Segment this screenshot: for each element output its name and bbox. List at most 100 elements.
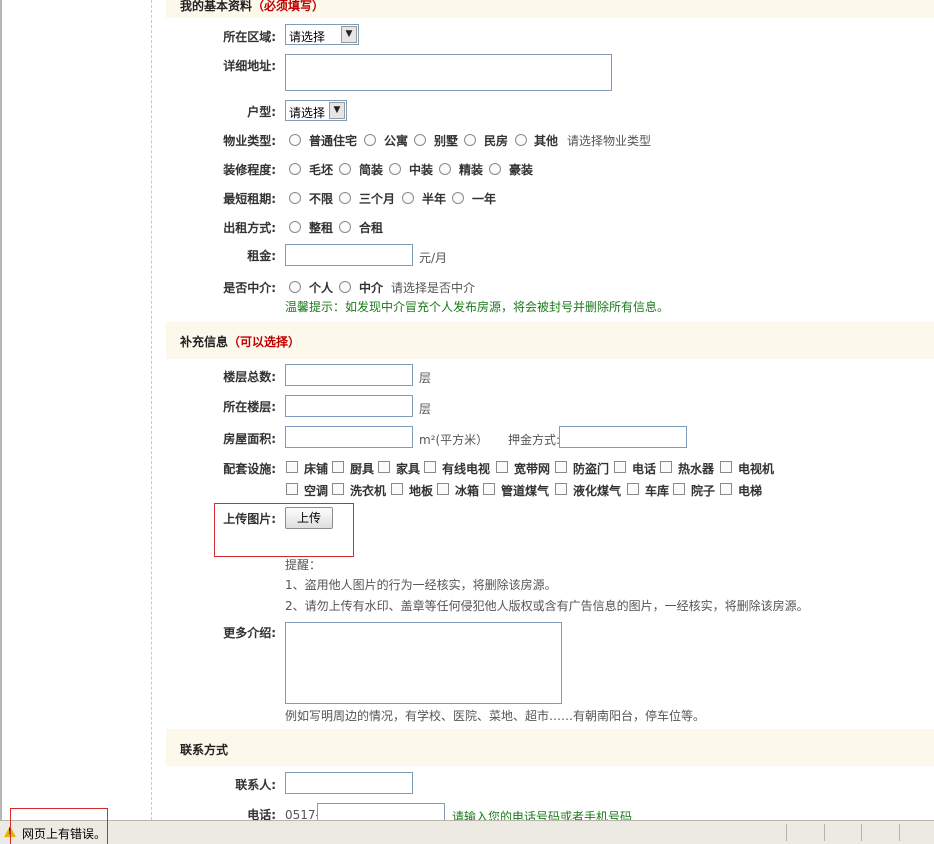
address-input[interactable] xyxy=(285,54,612,91)
decoration-radio-fine[interactable] xyxy=(439,163,451,175)
rent-type-radio-whole[interactable] xyxy=(289,221,301,233)
property-option-villa: 别墅 xyxy=(434,134,459,148)
floor-unit: 层 xyxy=(419,402,432,416)
total-floors-input[interactable] xyxy=(285,364,413,386)
facility-checkbox-pipe-gas[interactable] xyxy=(483,483,495,495)
property-radio-other[interactable] xyxy=(515,134,527,146)
required-note: （必须填写） xyxy=(252,0,325,13)
layout-select-value: 请选择 xyxy=(289,106,326,120)
facility-option-kitchenware: 厨具 xyxy=(350,462,375,476)
facility-checkbox-lpg[interactable] xyxy=(555,483,567,495)
lease-radio-one-year[interactable] xyxy=(452,192,464,204)
rent-label: 租金: xyxy=(247,249,276,263)
upload-button[interactable]: 上传 xyxy=(285,507,333,529)
region-label: 所在区域: xyxy=(223,30,276,44)
deposit-input[interactable] xyxy=(559,426,687,448)
area-input[interactable] xyxy=(285,426,413,448)
chevron-down-icon: ▼ xyxy=(329,102,345,119)
layout-select[interactable]: 请选择 ▼ xyxy=(285,100,347,121)
more-intro-textarea[interactable] xyxy=(285,622,562,704)
property-hint: 请选择物业类型 xyxy=(567,134,652,148)
lease-radio-unlimited[interactable] xyxy=(289,192,301,204)
region-select[interactable]: 请选择 ▼ xyxy=(285,24,359,45)
facility-checkbox-ac[interactable] xyxy=(286,483,298,495)
decoration-radio-rough[interactable] xyxy=(289,163,301,175)
facility-checkbox-fridge[interactable] xyxy=(437,483,449,495)
facility-checkbox-kitchenware[interactable] xyxy=(332,461,344,473)
facility-option-phone: 电话 xyxy=(632,462,657,476)
facility-checkbox-floor[interactable] xyxy=(391,483,403,495)
lease-option-unlimited: 不限 xyxy=(309,192,334,206)
chevron-down-icon: ▼ xyxy=(341,26,357,43)
property-radio-apartment[interactable] xyxy=(364,134,376,146)
property-radio-villa[interactable] xyxy=(414,134,426,146)
facility-checkbox-phone[interactable] xyxy=(614,461,626,473)
decoration-option-medium: 中装 xyxy=(409,163,434,177)
decoration-option-simple: 简装 xyxy=(359,163,384,177)
status-error-highlight xyxy=(10,808,108,844)
decoration-radio-simple[interactable] xyxy=(339,163,351,175)
contact-person-input[interactable] xyxy=(285,772,413,794)
floor-input[interactable] xyxy=(285,395,413,417)
facility-checkbox-broadband[interactable] xyxy=(496,461,508,473)
upload-label: 上传图片: xyxy=(223,512,276,526)
lease-label: 最短租期: xyxy=(223,192,276,206)
contact-person-label: 联系人: xyxy=(235,778,276,792)
facility-checkbox-yard[interactable] xyxy=(673,483,685,495)
facility-checkbox-garage[interactable] xyxy=(627,483,639,495)
property-option-house: 民房 xyxy=(484,134,509,148)
property-option-apartment: 公寓 xyxy=(384,134,409,148)
lease-option-one-year: 一年 xyxy=(472,192,497,206)
reminder-1: 1、盗用他人图片的行为一经核实，将删除该房源。 xyxy=(285,578,557,592)
decoration-radio-luxury[interactable] xyxy=(489,163,501,175)
decoration-radio-medium[interactable] xyxy=(389,163,401,175)
lease-option-three-months: 三个月 xyxy=(359,192,396,206)
facility-option-washer: 洗衣机 xyxy=(350,484,387,498)
facility-option-elevator: 电梯 xyxy=(738,484,763,498)
extra-section-header: 补充信息（可以选择） xyxy=(166,322,934,359)
lease-radio-half-year[interactable] xyxy=(402,192,414,204)
agent-option-individual: 个人 xyxy=(309,281,334,295)
facility-option-broadband: 宽带网 xyxy=(514,462,551,476)
status-separator xyxy=(861,824,862,841)
facility-checkbox-furniture[interactable] xyxy=(378,461,390,473)
total-floors-label: 楼层总数: xyxy=(223,370,276,384)
address-label: 详细地址: xyxy=(223,59,276,73)
agent-radio-agency[interactable] xyxy=(339,281,351,293)
property-radio-house[interactable] xyxy=(464,134,476,146)
lease-radio-three-months[interactable] xyxy=(339,192,351,204)
rent-type-label: 出租方式: xyxy=(223,221,276,235)
total-floors-unit: 层 xyxy=(419,371,432,385)
reminder-2: 2、请勿上传有水印、盖章等任何侵犯他人版权或含有广告信息的图片，一经核实，将删除… xyxy=(285,599,809,613)
agent-radio-individual[interactable] xyxy=(289,281,301,293)
agent-option-agency: 中介 xyxy=(359,281,384,295)
floor-label: 所在楼层: xyxy=(223,400,276,414)
facility-checkbox-water-heater[interactable] xyxy=(660,461,672,473)
property-radio-residential[interactable] xyxy=(289,134,301,146)
property-type-label: 物业类型: xyxy=(223,134,276,148)
facility-checkbox-washer[interactable] xyxy=(332,483,344,495)
lease-option-half-year: 半年 xyxy=(422,192,447,206)
rent-input[interactable] xyxy=(285,244,413,266)
facility-option-pipe-gas: 管道煤气 xyxy=(501,484,550,498)
area-unit: m²(平方米） xyxy=(419,433,489,447)
contact-section-header: 联系方式 xyxy=(166,729,934,766)
rent-type-option-whole: 整租 xyxy=(309,221,334,235)
facility-option-bed: 床铺 xyxy=(304,462,329,476)
left-panel xyxy=(0,0,151,820)
facility-checkbox-elevator[interactable] xyxy=(720,483,732,495)
facility-checkbox-bed[interactable] xyxy=(286,461,298,473)
facility-checkbox-cable-tv[interactable] xyxy=(424,461,436,473)
agent-warning: 温馨提示：如发现中介冒充个人发布房源，将会被封号并删除所有信息。 xyxy=(285,300,670,314)
rent-type-radio-shared[interactable] xyxy=(339,221,351,233)
agent-hint: 请选择是否中介 xyxy=(391,281,476,295)
agent-label: 是否中介: xyxy=(223,281,276,295)
facility-checkbox-security-door[interactable] xyxy=(555,461,567,473)
more-intro-label: 更多介绍: xyxy=(223,626,276,640)
extra-section-title: 补充信息（可以选择） xyxy=(180,335,301,349)
facility-option-security-door: 防盗门 xyxy=(573,462,610,476)
facility-checkbox-tv[interactable] xyxy=(720,461,732,473)
facility-option-furniture: 家具 xyxy=(396,462,421,476)
status-separator xyxy=(824,824,825,841)
dashed-divider xyxy=(151,0,152,820)
